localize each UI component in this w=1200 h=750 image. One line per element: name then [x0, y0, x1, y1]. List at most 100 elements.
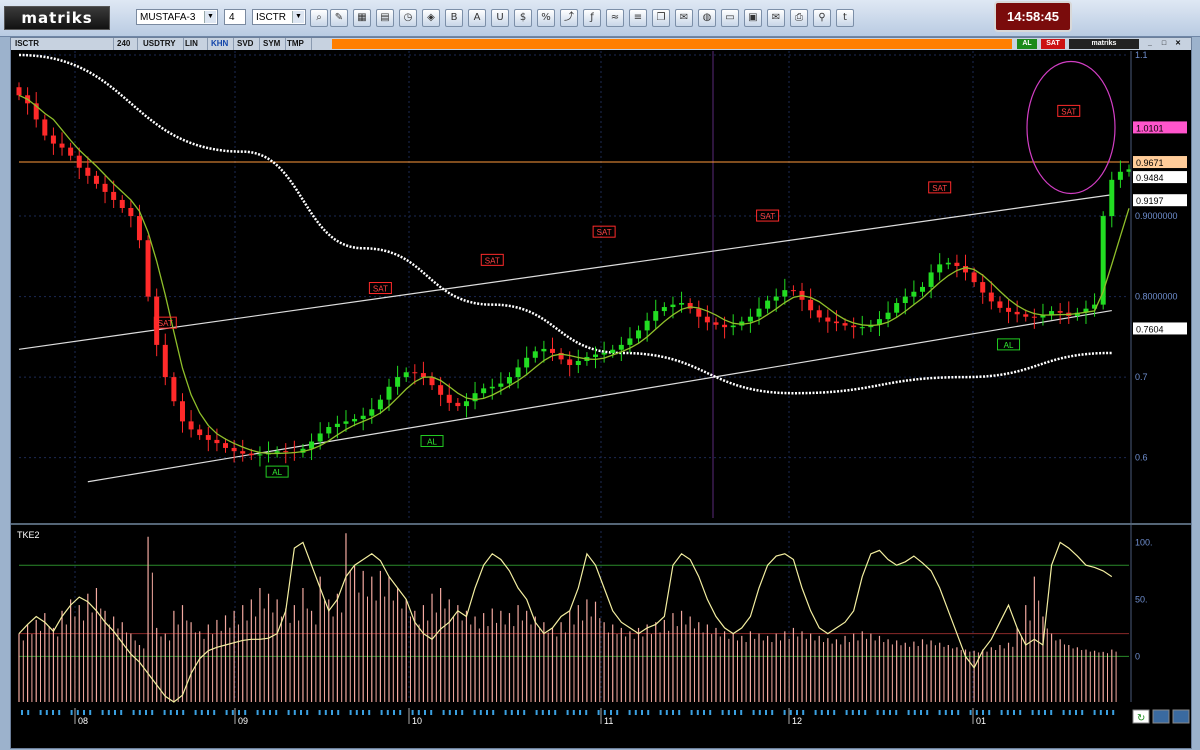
candle-up	[317, 433, 323, 442]
windows-icon[interactable]: ❐	[652, 9, 670, 27]
date-tick	[275, 710, 278, 715]
tag-icon[interactable]: ◈	[422, 9, 440, 27]
date-tick	[300, 710, 302, 715]
mail-icon[interactable]: ✉	[767, 9, 785, 27]
date-tick	[138, 710, 141, 715]
date-tick	[1000, 710, 1003, 715]
candle-down	[1031, 316, 1037, 318]
percent-icon[interactable]: %	[537, 9, 555, 27]
layout-icon[interactable]: ▭	[721, 9, 739, 27]
clock-icon[interactable]: ◷	[399, 9, 417, 27]
date-tick	[926, 710, 929, 715]
date-tick	[76, 710, 79, 715]
candle-up	[532, 351, 538, 358]
bold-icon[interactable]: B	[445, 9, 463, 27]
grid-icon[interactable]: ▣	[744, 9, 762, 27]
date-tick	[1031, 710, 1034, 715]
indicator-icon[interactable]: ≈	[606, 9, 624, 27]
draw-tool-icon[interactable]: ✎	[330, 9, 348, 27]
symbol-select[interactable]: ISCTR ▼	[252, 9, 306, 25]
date-tick	[510, 710, 513, 715]
date-tick	[287, 710, 290, 715]
date-tick	[554, 710, 557, 715]
candle-down	[188, 421, 194, 430]
candle-up	[403, 372, 409, 378]
chevron-down-icon[interactable]: ▼	[204, 11, 216, 23]
page-number-select[interactable]: 4	[224, 9, 246, 25]
print-icon[interactable]: ⎙	[790, 9, 808, 27]
sell-signal-label: SAT	[485, 256, 500, 265]
candle-down	[722, 324, 728, 328]
candle-up	[1109, 179, 1115, 217]
date-tick	[982, 710, 984, 715]
candle-up	[730, 325, 736, 328]
date-tick	[721, 710, 724, 715]
chart-canvas[interactable]: SAT SAT SAT SAT SAT SAT SAT AL AL AL 1.1 0.9000000 0…	[11, 38, 1191, 748]
date-tick	[306, 710, 309, 715]
candle-up	[773, 296, 779, 301]
news-icon[interactable]: ✉	[675, 9, 693, 27]
date-tick	[176, 710, 178, 715]
candle-down	[713, 322, 719, 325]
sell-signal-label: SAT	[373, 285, 388, 294]
candle-up	[1117, 171, 1123, 180]
candle-up	[636, 330, 642, 339]
date-tick	[535, 710, 538, 715]
text-icon[interactable]: A	[468, 9, 486, 27]
candle-up	[515, 367, 521, 378]
date-tick	[349, 710, 352, 715]
date-tick	[207, 710, 209, 715]
date-tick	[114, 710, 116, 715]
profile-select[interactable]: MUSTAFA-3 ▼	[136, 9, 218, 25]
date-tick	[920, 710, 922, 715]
dollar-icon[interactable]: $	[514, 9, 532, 27]
date-tick	[145, 710, 147, 715]
globe-icon[interactable]: ◍	[698, 9, 716, 27]
candle-down	[412, 372, 418, 374]
lines-icon[interactable]: ≡	[629, 9, 647, 27]
date-tick	[1044, 710, 1046, 715]
date-tick	[703, 710, 705, 715]
candle-down	[197, 429, 203, 436]
trend-icon[interactable]: ⤴	[560, 9, 578, 27]
zoom-icon[interactable]: ⚲	[813, 9, 831, 27]
candle-up	[679, 303, 685, 305]
date-tick	[938, 710, 941, 715]
date-tick	[58, 710, 61, 715]
date-tick	[833, 710, 836, 715]
candle-up	[274, 451, 280, 453]
search-icon[interactable]: ⌕	[310, 9, 328, 27]
date-tick	[324, 710, 327, 715]
date-tick	[101, 710, 104, 715]
candle-down	[128, 208, 134, 217]
date-tick	[70, 710, 73, 715]
date-tick	[455, 710, 457, 715]
date-tick	[647, 710, 650, 715]
osc-y-tick-label: 100.	[1135, 537, 1153, 547]
candle-down	[971, 272, 977, 283]
candle-down	[790, 290, 796, 292]
formula-icon[interactable]: ƒ	[583, 9, 601, 27]
underline-icon[interactable]: U	[491, 9, 509, 27]
chevron-down-icon[interactable]: ▼	[292, 11, 304, 23]
twitter-icon[interactable]: t	[836, 9, 854, 27]
page-number-value: 4	[229, 12, 235, 23]
date-tick	[1019, 710, 1022, 715]
chart-icon[interactable]: ▦	[353, 9, 371, 27]
channel-lower-line	[87, 309, 1112, 483]
candle-down	[825, 317, 831, 322]
table-icon[interactable]: ▤	[376, 9, 394, 27]
candle-down	[851, 325, 857, 328]
date-tick	[1013, 710, 1015, 715]
date-tick	[796, 710, 798, 715]
date-tick	[213, 710, 216, 715]
date-tick	[461, 710, 464, 715]
y-tick-label: 0.6	[1135, 453, 1148, 463]
date-tick	[393, 710, 395, 715]
matriks-logo: matriks	[4, 6, 110, 30]
date-tick	[969, 710, 972, 715]
date-tick	[659, 710, 662, 715]
date-tick	[262, 710, 265, 715]
date-tick	[740, 710, 743, 715]
candle-up	[610, 349, 616, 353]
